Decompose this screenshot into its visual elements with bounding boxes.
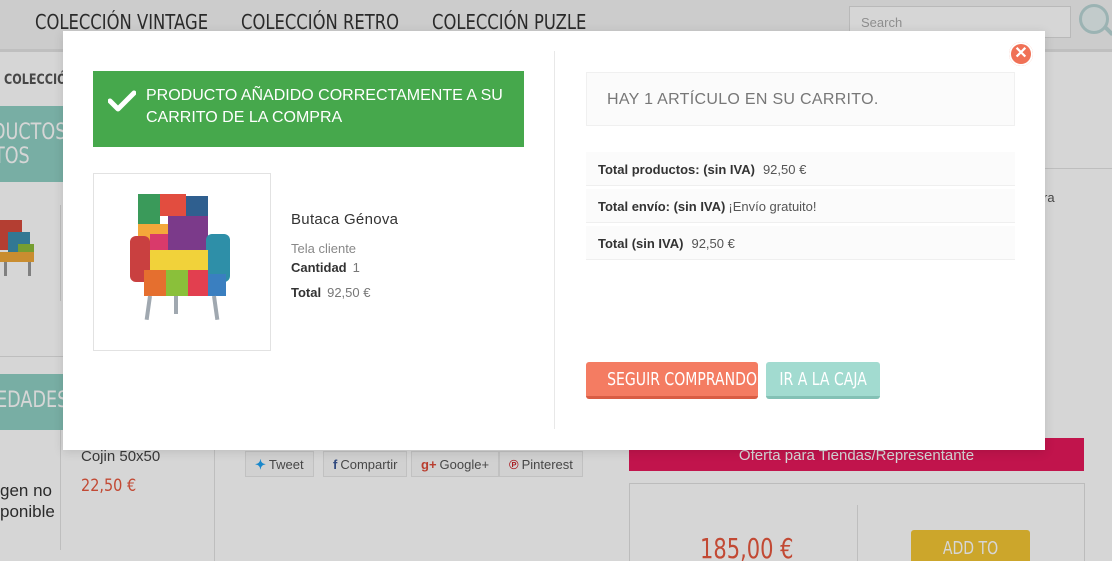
modal-divider (554, 51, 555, 429)
product-attribute: Tela cliente (291, 241, 357, 256)
add-to-cart-modal: ✕ PRODUCTO AÑADIDO CORRECTAMENTE A SU CA… (63, 31, 1045, 450)
cart-count: HAY 1 ARTÍCULO EN SU CARRITO. (586, 72, 1015, 126)
total-products-label: Total productos: (sin IVA) (598, 162, 755, 177)
grand-total-value: 92,50 € (691, 236, 735, 251)
continue-shopping-label: SEGUIR COMPRANDO (607, 369, 758, 390)
quantity-value: 1 (352, 260, 360, 275)
grand-total-label: Total (sin IVA) (598, 236, 684, 251)
product-name: Butaca Génova (291, 211, 399, 228)
total-shipping-value: ¡Envío gratuito! (728, 199, 817, 214)
total-shipping-label: Total envío: (sin IVA) (598, 199, 726, 214)
checkout-button[interactable]: IR A LA CAJA (766, 362, 880, 399)
continue-shopping-button[interactable]: SEGUIR COMPRANDO (586, 362, 758, 399)
total-shipping-row: Total envío: (sin IVA) ¡Envío gratuito! (586, 189, 1015, 223)
product-total-label: Total (291, 285, 322, 300)
close-icon[interactable]: ✕ (1009, 42, 1033, 66)
checkmark-icon (108, 90, 136, 112)
grand-total-row: Total (sin IVA) 92,50 € (586, 226, 1015, 260)
success-text: PRODUCTO AÑADIDO CORRECTAMENTE A SU CARR… (146, 87, 503, 126)
success-message: PRODUCTO AÑADIDO CORRECTAMENTE A SU CARR… (93, 71, 524, 147)
product-total-value: 92,50 € (327, 285, 371, 300)
product-quantity-row: Cantidad 1 (291, 260, 360, 275)
checkout-label: IR A LA CAJA (779, 369, 867, 390)
quantity-label: Cantidad (291, 260, 347, 275)
product-image (93, 173, 271, 351)
total-products-row: Total productos: (sin IVA) 92,50 € (586, 152, 1015, 186)
product-total-row: Total 92,50 € (291, 285, 370, 300)
armchair-image (130, 194, 230, 321)
total-products-value: 92,50 € (762, 162, 807, 177)
